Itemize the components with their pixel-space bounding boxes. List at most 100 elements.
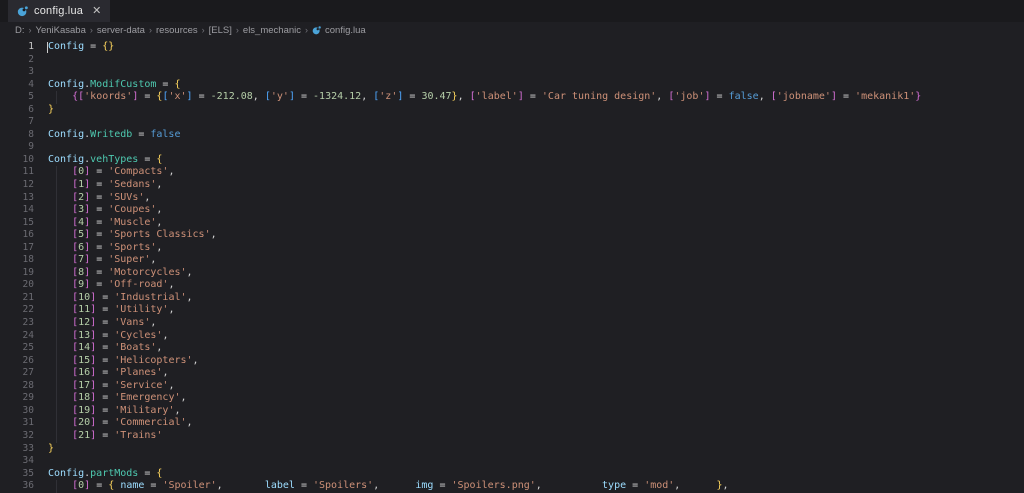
line-number[interactable]: 30 [0,405,34,418]
breadcrumb-item[interactable]: els_mechanic [243,25,301,36]
code-line[interactable]: 19 [8] = 'Motorcycles', [0,267,1024,280]
breadcrumb-item[interactable]: D: [15,25,25,36]
breadcrumb-item-file[interactable]: config.lua [312,25,366,36]
line-number[interactable]: 35 [0,468,34,481]
line-number[interactable]: 25 [0,342,34,355]
code-token: 'Super' [108,254,150,265]
line-number[interactable]: 7 [0,116,34,129]
code-line[interactable]: 30 [19] = 'Military', [0,405,1024,418]
line-number[interactable]: 10 [0,154,34,167]
line-number[interactable]: 14 [0,204,34,217]
breadcrumb-item[interactable]: resources [156,25,198,36]
line-number[interactable]: 26 [0,355,34,368]
line-number[interactable]: 18 [0,254,34,267]
code-line[interactable]: 2 [0,54,1024,67]
line-number[interactable]: 2 [0,54,34,67]
code-line[interactable]: 17 [6] = 'Sports', [0,242,1024,255]
code-line[interactable]: 11 [0] = 'Compacts', [0,166,1024,179]
code-token: , [156,217,162,228]
code-text: [9] = 'Off-road', [48,279,1024,292]
indent-guide [56,330,57,343]
code-line[interactable]: 16 [5] = 'Sports Classics', [0,229,1024,242]
code-token: 'x' [168,91,186,102]
line-number[interactable]: 8 [0,129,34,142]
code-line[interactable]: 24 [13] = 'Cycles', [0,330,1024,343]
code-line[interactable]: 6} [0,104,1024,117]
line-number[interactable]: 4 [0,79,34,92]
line-number[interactable]: 6 [0,104,34,117]
line-number[interactable]: 1 [0,41,34,54]
code-line[interactable]: 31 [20] = 'Commercial', [0,417,1024,430]
line-number[interactable]: 19 [0,267,34,280]
breadcrumb-item[interactable]: [ELS] [209,25,232,36]
line-number[interactable]: 20 [0,279,34,292]
code-line[interactable]: 3 [0,66,1024,79]
code-line[interactable]: 25 [14] = 'Boats', [0,342,1024,355]
code-editor[interactable]: 1Config = {}234Config.ModifCustom = {5 {… [0,38,1024,493]
line-number[interactable]: 34 [0,455,34,468]
line-number[interactable]: 3 [0,66,34,79]
code-line[interactable]: 8Config.Writedb = false [0,129,1024,142]
code-line[interactable]: 5 {['koords'] = {['x'] = -212.08, ['y'] … [0,91,1024,104]
close-icon[interactable]: ✕ [92,6,101,17]
code-line[interactable]: 9 [0,141,1024,154]
code-token: -1324.12 [313,91,361,102]
code-line[interactable]: 29 [18] = 'Emergency', [0,392,1024,405]
indent-guide [56,480,57,493]
code-line[interactable]: 20 [9] = 'Off-road', [0,279,1024,292]
code-line[interactable]: 26 [15] = 'Helicopters', [0,355,1024,368]
code-token: 'Service' [114,380,168,391]
line-number[interactable]: 17 [0,242,34,255]
line-number[interactable]: 15 [0,217,34,230]
code-line[interactable]: 21 [10] = 'Industrial', [0,292,1024,305]
line-number[interactable]: 32 [0,430,34,443]
line-number[interactable]: 23 [0,317,34,330]
code-line[interactable]: 12 [1] = 'Sedans', [0,179,1024,192]
code-line[interactable]: 34 [0,455,1024,468]
code-line[interactable]: 27 [16] = 'Planes', [0,367,1024,380]
line-number[interactable]: 33 [0,443,34,456]
indent-guide [56,192,57,205]
code-line[interactable]: 18 [7] = 'Super', [0,254,1024,267]
code-line[interactable]: 28 [17] = 'Service', [0,380,1024,393]
code-token: Config [48,129,84,140]
indent-guide [56,342,57,355]
code-line[interactable]: 10Config.vehTypes = { [0,154,1024,167]
line-number[interactable]: 27 [0,367,34,380]
line-number[interactable]: 31 [0,417,34,430]
code-line[interactable]: 36 [0] = { name = 'Spoiler', label = 'Sp… [0,480,1024,493]
code-line[interactable]: 15 [4] = 'Muscle', [0,217,1024,230]
breadcrumb-item[interactable]: server-data [97,25,145,36]
line-number[interactable]: 21 [0,292,34,305]
line-number[interactable]: 9 [0,141,34,154]
line-number[interactable]: 28 [0,380,34,393]
line-number[interactable]: 29 [0,392,34,405]
code-line[interactable]: 14 [3] = 'Coupes', [0,204,1024,217]
code-line[interactable]: 4Config.ModifCustom = { [0,79,1024,92]
code-line[interactable]: 1Config = {} [0,41,1024,54]
line-number[interactable]: 13 [0,192,34,205]
line-number[interactable]: 24 [0,330,34,343]
code-line[interactable]: 23 [12] = 'Vans', [0,317,1024,330]
code-line[interactable]: 32 [21] = 'Trains' [0,430,1024,443]
line-number[interactable]: 5 [0,91,34,104]
code-token: , [373,480,415,491]
line-number[interactable]: 12 [0,179,34,192]
code-line[interactable]: 33} [0,443,1024,456]
tab-config-lua[interactable]: config.lua ✕ [8,0,110,22]
code-line[interactable]: 22 [11] = 'Utility', [0,304,1024,317]
code-token: ModifCustom [90,79,156,90]
line-number[interactable]: 11 [0,166,34,179]
code-line[interactable]: 35Config.partMods = { [0,468,1024,481]
code-token: 'jobname' [777,91,831,102]
code-token: 19 [78,405,90,416]
breadcrumb-item[interactable]: YeniKasaba [36,25,86,36]
line-number[interactable]: 36 [0,480,34,493]
code-line[interactable]: 13 [2] = 'SUVs', [0,192,1024,205]
code-token: = [403,91,421,102]
code-token: = [90,480,108,491]
code-line[interactable]: 7 [0,116,1024,129]
code-text: [12] = 'Vans', [48,317,1024,330]
line-number[interactable]: 22 [0,304,34,317]
line-number[interactable]: 16 [0,229,34,242]
